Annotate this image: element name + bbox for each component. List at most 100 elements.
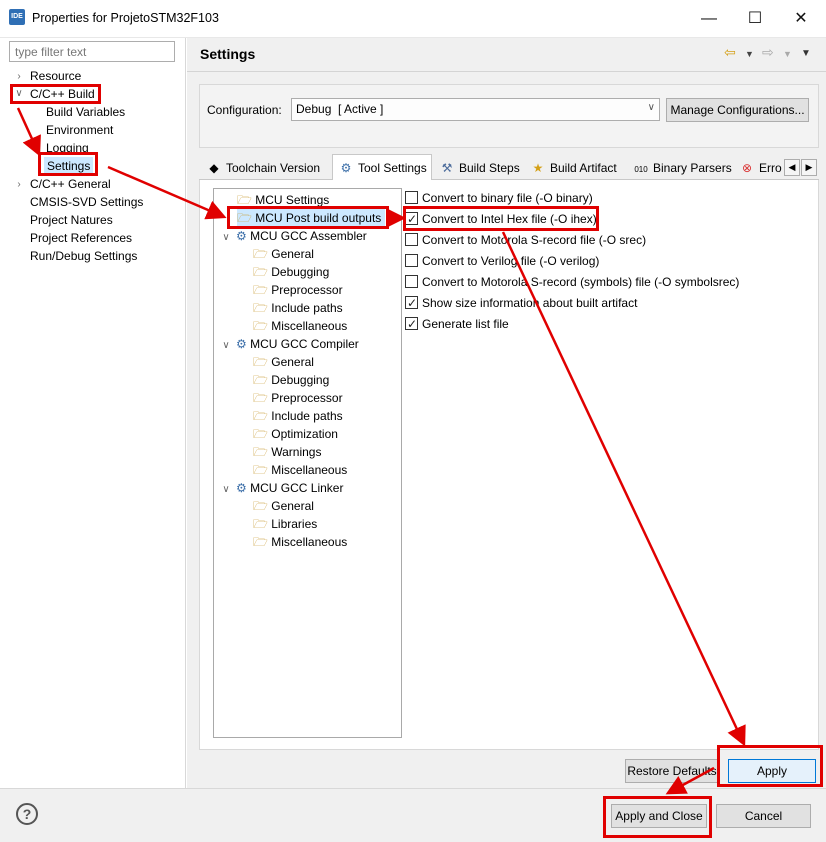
tool-item-asm-debugging[interactable]: 🗁 Debugging: [253, 263, 329, 281]
chevron-down-icon[interactable]: ∨: [221, 484, 231, 495]
close-button[interactable]: ✕: [778, 0, 824, 38]
option-label: Convert to Motorola S-record file (-O sr…: [422, 233, 647, 247]
tool-item-cc-debugging[interactable]: 🗁 Debugging: [253, 371, 329, 389]
option-label: Generate list file: [422, 317, 509, 331]
option-convert-srec[interactable]: Convert to Motorola S-record file (-O sr…: [405, 231, 646, 249]
tool-item-mcu-post-build[interactable]: 🗁 MCU Post build outputs: [237, 209, 386, 227]
checkbox[interactable]: [405, 233, 418, 246]
tool-item-label: Preprocessor: [271, 391, 343, 405]
checkbox[interactable]: [405, 275, 418, 288]
tab-label: Binary Parsers: [653, 161, 732, 175]
option-convert-symbolsrec[interactable]: Convert to Motorola S-record (symbols) f…: [405, 273, 739, 291]
nav-item-logging[interactable]: Logging: [46, 139, 89, 157]
tool-item-label: MCU Post build outputs: [255, 211, 382, 225]
view-menu-icon[interactable]: ▼: [801, 48, 811, 59]
maximize-button[interactable]: ☐: [732, 0, 778, 38]
chevron-down-icon[interactable]: ∨: [14, 88, 24, 99]
back-dropdown-icon[interactable]: ▼: [745, 49, 754, 59]
tab-build-steps[interactable]: ⚒ Build Steps: [439, 156, 525, 180]
tool-item-cc-preprocessor[interactable]: 🗁 Preprocessor: [253, 389, 343, 407]
error-icon: ⊗: [741, 161, 753, 175]
tool-item-ld-misc[interactable]: 🗁 Miscellaneous: [253, 533, 347, 551]
tool-item-label: General: [271, 499, 314, 513]
chevron-down-icon[interactable]: ∨: [221, 340, 231, 351]
settings-folder-icon: 🗁: [253, 499, 268, 513]
tool-item-cc-misc[interactable]: 🗁 Miscellaneous: [253, 461, 347, 479]
tab-label: Toolchain Version: [226, 161, 321, 175]
settings-folder-icon: 🗁: [253, 409, 268, 423]
forward-arrow-icon[interactable]: ⇨: [762, 44, 774, 61]
tool-gear-icon: ⚙: [236, 229, 247, 243]
configuration-label: Configuration:: [207, 103, 282, 117]
nav-item-project-references[interactable]: Project References: [30, 229, 132, 247]
tab-toolchain-version[interactable]: ◆ Toolchain Version: [206, 156, 333, 180]
tab-build-artifact[interactable]: ★ Build Artifact: [530, 156, 627, 180]
option-show-size[interactable]: Show size information about built artifa…: [405, 294, 637, 312]
chevron-down-icon[interactable]: ∨: [221, 232, 231, 243]
nav-item-run-debug[interactable]: Run/Debug Settings: [30, 247, 137, 265]
settings-folder-icon: 🗁: [253, 463, 268, 477]
tab-tool-settings[interactable]: ⚙ Tool Settings: [332, 154, 432, 181]
tab-error-parsers[interactable]: ⊗ Erro: [739, 156, 783, 180]
checkbox[interactable]: [405, 294, 418, 312]
tool-item-asm-misc[interactable]: 🗁 Miscellaneous: [253, 317, 347, 335]
tool-item-asm-include[interactable]: 🗁 Include paths: [253, 299, 343, 317]
tool-item-mcu-settings[interactable]: 🗁 MCU Settings: [237, 191, 329, 209]
configuration-select[interactable]: Debug [ Active ] ∨: [291, 98, 660, 121]
chip-icon: ◆: [209, 161, 219, 175]
tool-item-label: Warnings: [271, 445, 322, 459]
option-label: Convert to binary file (-O binary): [422, 191, 593, 205]
tab-scroll-left-button[interactable]: ◀: [784, 159, 800, 176]
settings-folder-icon: 🗁: [253, 391, 268, 405]
nav-item-settings[interactable]: Settings: [44, 157, 94, 175]
checkbox[interactable]: [405, 210, 418, 228]
filter-input[interactable]: [9, 41, 175, 62]
restore-defaults-button[interactable]: Restore Defaults: [625, 759, 719, 783]
chevron-right-icon[interactable]: ›: [14, 71, 24, 82]
nav-item-cc-general[interactable]: C/C++ General: [30, 175, 111, 193]
tool-item-label: Optimization: [271, 427, 338, 441]
minimize-button[interactable]: —: [686, 0, 732, 38]
tool-item-cc-general[interactable]: 🗁 General: [253, 353, 314, 371]
tool-item-cc-optimization[interactable]: 🗁 Optimization: [253, 425, 338, 443]
option-convert-verilog[interactable]: Convert to Verilog file (-O verilog): [405, 252, 599, 270]
tool-item-linker[interactable]: ⚙ MCU GCC Linker: [236, 479, 343, 497]
hammer-icon: ⚒: [441, 161, 453, 175]
tool-item-cc-include[interactable]: 🗁 Include paths: [253, 407, 343, 425]
tab-binary-parsers[interactable]: 010 Binary Parsers: [633, 156, 734, 180]
checkbox[interactable]: [405, 191, 418, 204]
nav-item-cc-build[interactable]: C/C++ Build: [30, 85, 95, 103]
tool-item-label: General: [271, 355, 314, 369]
ide-app-icon: IDE: [9, 9, 25, 25]
nav-item-resource[interactable]: Resource: [30, 67, 81, 85]
apply-button[interactable]: Apply: [728, 759, 816, 783]
nav-item-cmsis-svd[interactable]: CMSIS-SVD Settings: [30, 193, 143, 211]
cancel-button[interactable]: Cancel: [716, 804, 811, 828]
nav-item-environment[interactable]: Environment: [46, 121, 113, 139]
back-arrow-icon[interactable]: ⇦: [724, 44, 736, 61]
tool-item-asm-general[interactable]: 🗁 General: [253, 245, 314, 263]
option-convert-ihex[interactable]: Convert to Intel Hex file (-O ihex): [405, 210, 597, 228]
checkbox[interactable]: [405, 315, 418, 333]
option-convert-binary[interactable]: Convert to binary file (-O binary): [405, 189, 593, 207]
tool-item-asm-preprocessor[interactable]: 🗁 Preprocessor: [253, 281, 343, 299]
tool-item-compiler[interactable]: ⚙ MCU GCC Compiler: [236, 335, 359, 353]
manage-configurations-button[interactable]: Manage Configurations...: [666, 98, 809, 122]
tool-item-ld-libraries[interactable]: 🗁 Libraries: [253, 515, 317, 533]
nav-item-build-variables[interactable]: Build Variables: [46, 103, 125, 121]
option-label: Show size information about built artifa…: [422, 296, 638, 310]
option-generate-list[interactable]: Generate list file: [405, 315, 509, 333]
tool-item-label: Debugging: [271, 265, 330, 279]
settings-folder-icon: 🗁: [237, 193, 252, 207]
tool-item-label: MCU GCC Assembler: [250, 229, 367, 243]
tab-scroll-right-button[interactable]: ▶: [801, 159, 817, 176]
apply-and-close-button[interactable]: Apply and Close: [611, 804, 707, 828]
forward-dropdown-icon[interactable]: ▼: [783, 49, 792, 59]
checkbox[interactable]: [405, 254, 418, 267]
nav-item-project-natures[interactable]: Project Natures: [30, 211, 113, 229]
help-icon[interactable]: ?: [16, 803, 38, 825]
tool-item-ld-general[interactable]: 🗁 General: [253, 497, 314, 515]
tool-item-cc-warnings[interactable]: 🗁 Warnings: [253, 443, 321, 461]
tool-item-assembler[interactable]: ⚙ MCU GCC Assembler: [236, 227, 367, 245]
chevron-right-icon[interactable]: ›: [14, 179, 24, 190]
